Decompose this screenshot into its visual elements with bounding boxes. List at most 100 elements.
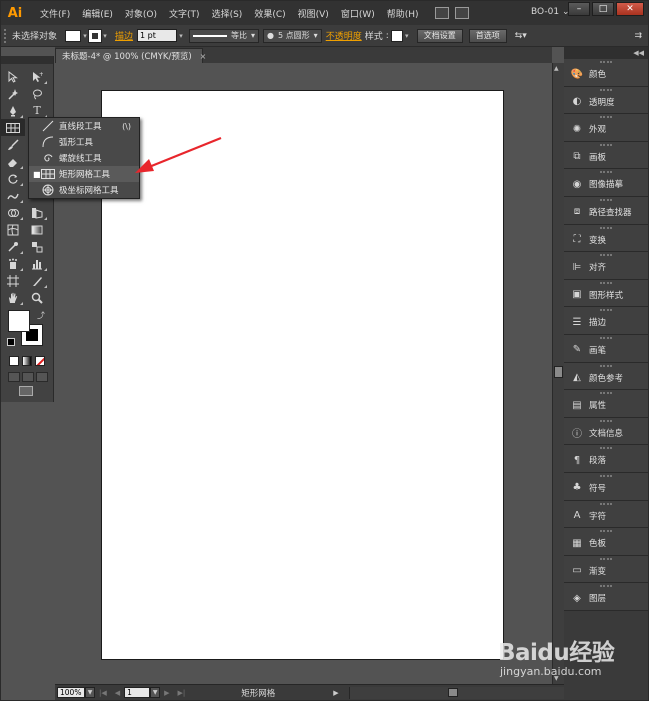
variable-width-profile[interactable]: 等比 ▾	[189, 28, 260, 43]
eraser-tool-icon[interactable]	[1, 153, 25, 170]
fill-swatch[interactable]	[65, 29, 82, 42]
panel-button-character[interactable]: A 字符	[564, 506, 648, 526]
menu-object[interactable]: 对象(O)	[119, 7, 163, 20]
screen-mode-icon[interactable]	[19, 386, 33, 396]
bridge-icon[interactable]	[434, 7, 449, 19]
style-swatch[interactable]	[390, 29, 403, 42]
document-setup-button[interactable]: 文档设置	[416, 28, 463, 43]
panel-grip[interactable]	[600, 281, 612, 284]
panel-button-transparency[interactable]: ◐ 透明度	[564, 92, 648, 112]
scroll-up-icon[interactable]: ▲	[554, 65, 559, 72]
draw-inside-icon[interactable]	[36, 372, 48, 382]
menu-effect[interactable]: 效果(C)	[248, 7, 291, 20]
panel-button-graphic-styles[interactable]: ▣ 图形样式	[564, 285, 648, 305]
default-fill-stroke-icon[interactable]	[7, 338, 15, 346]
rectangular-grid-tool-icon[interactable]	[1, 119, 25, 136]
draw-behind-icon[interactable]	[22, 372, 34, 382]
panel-grip[interactable]	[600, 254, 612, 257]
panel-button-symbols[interactable]: ♣ 符号	[564, 478, 648, 498]
eyedropper-tool-icon[interactable]	[1, 238, 25, 255]
zoom-dropdown-icon[interactable]: ▼	[85, 687, 95, 698]
stroke-label[interactable]: 描边	[115, 29, 133, 42]
fill-color-box[interactable]	[8, 310, 30, 332]
shape-builder-tool-icon[interactable]	[1, 204, 25, 221]
arrange-documents-icon[interactable]	[454, 7, 469, 19]
panel-grip[interactable]	[600, 171, 612, 174]
panel-grip[interactable]	[600, 143, 612, 146]
maximize-button[interactable]: □	[592, 2, 614, 16]
fill-dropdown-icon[interactable]: ▾	[81, 32, 89, 40]
panel-grip[interactable]	[600, 198, 612, 201]
slice-tool-icon[interactable]	[25, 272, 49, 289]
panel-button-brushes[interactable]: ✎ 画笔	[564, 340, 648, 360]
draw-normal-icon[interactable]	[8, 372, 20, 382]
warp-tool-icon[interactable]	[1, 187, 25, 204]
panel-menu-icon[interactable]: ⇉	[634, 31, 642, 41]
menu-type[interactable]: 文字(T)	[163, 7, 206, 20]
stroke-weight-dropdown-icon[interactable]: ▾	[177, 32, 185, 40]
vertical-scroll-thumb[interactable]	[554, 366, 563, 378]
flyout-item-polar-grid[interactable]: 极坐标网格工具	[29, 182, 139, 198]
direct-selection-tool-icon[interactable]: +	[25, 68, 49, 85]
rotate-tool-icon[interactable]	[1, 170, 25, 187]
panel-button-stroke[interactable]: ☰ 描边	[564, 312, 648, 332]
panel-button-pathfinder[interactable]: ⧈ 路径查找器	[564, 202, 648, 222]
status-menu-icon[interactable]: ▶	[333, 689, 338, 697]
panel-button-image-trace[interactable]: ◉ 图像描摹	[564, 174, 648, 194]
last-artboard-icon[interactable]: ▶|	[178, 689, 186, 697]
control-bar-grip[interactable]	[4, 28, 8, 43]
menu-file[interactable]: 文件(F)	[34, 7, 76, 20]
panel-grip[interactable]	[600, 530, 612, 533]
panel-button-paragraph[interactable]: ¶ 段落	[564, 450, 648, 470]
menu-help[interactable]: 帮助(H)	[381, 7, 425, 20]
panel-grip[interactable]	[600, 116, 612, 119]
perspective-grid-tool-icon[interactable]	[25, 204, 49, 221]
vertical-scrollbar[interactable]: ▲ ▼	[552, 63, 564, 684]
panel-grip[interactable]	[600, 447, 612, 450]
panel-button-color-guide[interactable]: ◭ 颜色参考	[564, 368, 648, 388]
zoom-tool-icon[interactable]	[25, 289, 49, 306]
panel-grip[interactable]	[600, 392, 612, 395]
gradient-tool-icon[interactable]	[25, 221, 49, 238]
panel-button-artboards[interactable]: ⧉ 画板	[564, 147, 648, 167]
panel-grip[interactable]	[600, 336, 612, 339]
stroke-swatch[interactable]	[88, 28, 103, 43]
previous-artboard-icon[interactable]: ◀	[115, 689, 120, 697]
panel-grip[interactable]	[600, 585, 612, 588]
color-mode-icon[interactable]	[9, 356, 19, 366]
panel-grip[interactable]	[600, 61, 612, 63]
control-bar-options-icon[interactable]: ⇆▾	[515, 31, 527, 41]
stroke-weight-field[interactable]: 1 pt	[137, 29, 178, 42]
close-button[interactable]: ✕	[616, 2, 644, 16]
swap-fill-stroke-icon[interactable]: ⤴	[37, 310, 45, 321]
next-artboard-icon[interactable]: ▶	[164, 689, 169, 697]
mesh-tool-icon[interactable]	[1, 221, 25, 238]
menu-view[interactable]: 视图(V)	[292, 7, 335, 20]
panel-button-transform[interactable]: ⛶ 变换	[564, 230, 648, 250]
panel-grip[interactable]	[600, 88, 612, 91]
panel-button-gradient[interactable]: ▭ 渐变	[564, 561, 648, 581]
artboard-tool-icon[interactable]	[1, 272, 25, 289]
flyout-item-rectangular-grid[interactable]: ■ 矩形网格工具	[29, 166, 139, 182]
first-artboard-icon[interactable]: |◀	[99, 689, 107, 697]
panel-grip[interactable]	[600, 309, 612, 312]
blend-tool-icon[interactable]	[25, 238, 49, 255]
panel-button-layers[interactable]: ◈ 图层	[564, 588, 648, 608]
gradient-mode-icon[interactable]	[22, 356, 32, 366]
horizontal-scroll-thumb[interactable]	[447, 687, 458, 697]
pen-tool-icon[interactable]	[1, 102, 25, 119]
flyout-item-line-segment[interactable]: 直线段工具 (\)	[29, 118, 139, 134]
workspace-switcher[interactable]: BO-01 ⌄	[531, 7, 569, 17]
panel-button-swatches[interactable]: ▦ 色板	[564, 533, 648, 553]
close-icon[interactable]: ×	[200, 52, 207, 61]
tools-panel-header[interactable]	[1, 56, 53, 64]
flyout-item-arc[interactable]: 弧形工具	[29, 134, 139, 150]
flyout-item-spiral[interactable]: 螺旋线工具	[29, 150, 139, 166]
opacity-label[interactable]: 不透明度	[326, 29, 362, 42]
panel-grip[interactable]	[600, 419, 612, 422]
panel-grip[interactable]	[600, 557, 612, 560]
selection-tool-icon[interactable]	[1, 68, 25, 85]
style-dropdown-icon[interactable]: ▾	[403, 32, 411, 40]
dock-header[interactable]: ◀◀	[564, 47, 648, 59]
panel-button-attributes[interactable]: ▤ 属性	[564, 395, 648, 415]
